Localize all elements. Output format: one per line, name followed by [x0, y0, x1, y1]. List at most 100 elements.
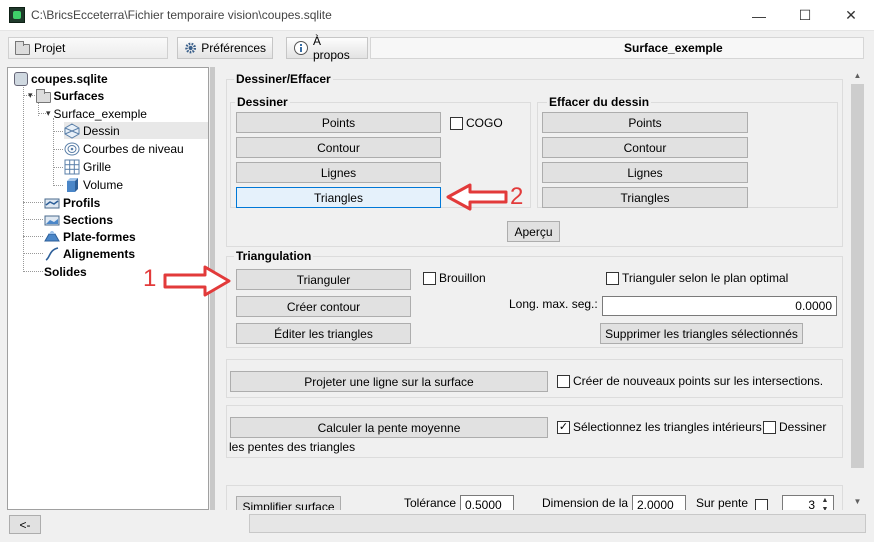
maximize-button[interactable]: ☐: [782, 0, 828, 31]
grid-icon: [64, 159, 80, 174]
tree-item-volume[interactable]: Volume: [64, 176, 123, 193]
tree-label: Surfaces: [53, 88, 105, 103]
mesh-icon: [64, 122, 80, 139]
section-icon: [44, 215, 60, 225]
folder-icon: [35, 88, 51, 103]
dessiner-effacer-title: Dessiner/Effacer: [234, 72, 333, 86]
spinner-arrows[interactable]: ▲ ▼: [818, 496, 832, 510]
long-max-label: Long. max. seg.:: [509, 297, 598, 311]
effacer-contour-button[interactable]: Contour: [542, 137, 748, 158]
effacer-lignes-button[interactable]: Lignes: [542, 162, 748, 183]
spin-up-icon[interactable]: ▲: [818, 496, 832, 505]
preferences-label: Préférences: [201, 41, 266, 55]
back-button[interactable]: <-: [9, 515, 41, 534]
tree-label: Profils: [63, 195, 101, 210]
gear-icon: [185, 42, 197, 54]
long-max-input[interactable]: 0.0000: [602, 296, 837, 316]
close-button[interactable]: ✕: [828, 0, 874, 31]
dessiner-points-button[interactable]: Points: [236, 112, 441, 133]
cube-icon: [67, 177, 78, 192]
tree-item-surface-exemple[interactable]: ▾ Surface_exemple: [46, 105, 147, 122]
toolbar: Projet Préférences À propos Surface_exem…: [4, 34, 866, 62]
effacer-title: Effacer du dessin: [547, 95, 652, 109]
creer-contour-button[interactable]: Créer contour: [236, 296, 411, 317]
folder-icon: [15, 41, 30, 55]
trianguler-button[interactable]: Trianguler: [236, 269, 411, 290]
tree-label: coupes.sqlite: [31, 71, 108, 86]
supprimer-triangles-button[interactable]: Supprimer les triangles sélectionnés: [600, 323, 803, 344]
tree-label: Surface_exemple: [53, 106, 147, 121]
tree-item-courbes[interactable]: Courbes de niveau: [64, 140, 184, 157]
callout-number-two: 2: [510, 183, 524, 210]
tree-item-sections[interactable]: Sections: [44, 211, 113, 228]
tree-item-solides[interactable]: Solides: [44, 263, 87, 280]
collapse-icon: ▾: [46, 108, 51, 118]
tolerance-label: Tolérance: [404, 496, 457, 510]
dessiner-pentes-label-wrap: les pentes des triangles: [229, 440, 356, 454]
tree-label: Grille: [83, 159, 112, 174]
tree-item-plateformes[interactable]: Plate-formes: [44, 228, 136, 245]
apropos-label: À propos: [313, 34, 350, 62]
tree-item-dessin[interactable]: Dessin: [64, 122, 208, 139]
tree-item-alignements[interactable]: Alignements: [44, 245, 135, 262]
tree-item-surfaces[interactable]: ▾ Surfaces: [28, 87, 104, 104]
apercu-button[interactable]: Aperçu: [507, 221, 560, 242]
app-icon: [9, 7, 25, 23]
tree-item-profils[interactable]: Profils: [44, 194, 100, 211]
triangulation-title: Triangulation: [234, 249, 314, 263]
projeter-ligne-button[interactable]: Projeter une ligne sur la surface: [230, 371, 548, 392]
dimension-label: Dimension de la: [542, 496, 629, 510]
dessiner-triangles-button[interactable]: Triangles: [236, 187, 441, 208]
triangles-interieurs-label: Sélectionnez les triangles intérieurs: [573, 420, 762, 434]
tree-item-root[interactable]: coupes.sqlite: [14, 70, 108, 87]
cogo-label: COGO: [466, 116, 503, 130]
simplifier-surface-button[interactable]: Simplifier surface: [236, 496, 341, 510]
nouveaux-points-checkbox[interactable]: [557, 375, 570, 388]
sur-pente-label: Sur pente: [696, 496, 749, 510]
sur-pente-checkbox[interactable]: [755, 499, 768, 510]
tree-label: Solides: [44, 264, 87, 279]
dessiner-pentes-checkbox[interactable]: [763, 421, 776, 434]
apropos-button[interactable]: À propos: [286, 34, 368, 62]
plan-optimal-checkbox[interactable]: [606, 272, 619, 285]
tree-label: Courbes de niveau: [83, 141, 184, 156]
tree-label: Sections: [63, 212, 114, 227]
scroll-down-icon[interactable]: ▼: [849, 493, 866, 510]
dessiner-contour-button[interactable]: Contour: [236, 137, 441, 158]
database-icon: [14, 71, 28, 86]
tree-label: Dessin: [83, 123, 120, 138]
scrollbar-thumb[interactable]: [851, 84, 864, 468]
tolerance-input[interactable]: 0.5000: [460, 495, 514, 510]
minimize-button[interactable]: —: [736, 0, 782, 31]
projet-label: Projet: [34, 41, 66, 55]
dimension-input[interactable]: 2.0000: [632, 495, 686, 510]
nouveaux-points-label: Créer de nouveaux points sur les interse…: [573, 374, 824, 388]
callout-number-one: 1: [143, 265, 157, 292]
callout-arrow-left-icon: [446, 183, 508, 211]
contour-lines-icon: [64, 142, 80, 155]
projet-button[interactable]: Projet: [8, 37, 168, 59]
effacer-points-button[interactable]: Points: [542, 112, 748, 133]
surface-title-bar: [370, 37, 864, 59]
dessiner-pentes-label: Dessiner: [779, 420, 827, 434]
window-title: C:\BricsEcceterra\Fichier temporaire vis…: [31, 8, 332, 22]
horizontal-scrollbar[interactable]: [249, 514, 866, 533]
alignment-icon: [45, 246, 59, 261]
dessiner-title: Dessiner: [235, 95, 290, 109]
plan-optimal-label: Trianguler selon le plan optimal: [622, 271, 789, 285]
tree-item-grille[interactable]: Grille: [64, 158, 111, 175]
scroll-up-icon[interactable]: ▲: [849, 67, 866, 84]
triangles-interieurs-checkbox[interactable]: ✓: [557, 421, 570, 434]
preferences-button[interactable]: Préférences: [177, 37, 273, 59]
brouillon-checkbox[interactable]: [423, 272, 436, 285]
dessiner-lignes-button[interactable]: Lignes: [236, 162, 441, 183]
spin-down-icon[interactable]: ▼: [818, 505, 832, 510]
title-bar: C:\BricsEcceterra\Fichier temporaire vis…: [0, 0, 874, 31]
surface-title: Surface_exemple: [624, 41, 723, 55]
pente-moyenne-button[interactable]: Calculer la pente moyenne: [230, 417, 548, 438]
editer-triangles-button[interactable]: Éditer les triangles: [236, 323, 411, 344]
collapse-icon: ▾: [28, 90, 33, 100]
info-icon: [294, 41, 308, 55]
cogo-checkbox[interactable]: [450, 117, 463, 130]
effacer-triangles-button[interactable]: Triangles: [542, 187, 748, 208]
